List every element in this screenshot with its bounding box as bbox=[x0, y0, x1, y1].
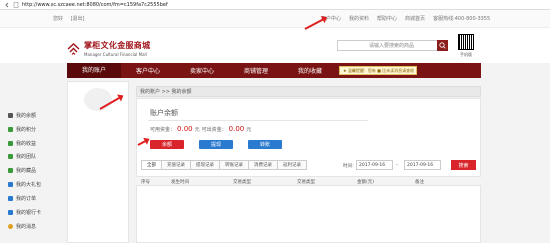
time-label: 时间： bbox=[343, 164, 357, 169]
sidebar-item-label: 我的收益 bbox=[16, 141, 37, 147]
tab-withdraw-records[interactable]: 提现记录 bbox=[190, 160, 220, 170]
date-separator: - bbox=[396, 162, 398, 168]
points-icon bbox=[8, 127, 13, 132]
top-link-hotline: 客服热线:400-800-3355 bbox=[433, 16, 491, 22]
nav-my-account[interactable]: 我的账户 bbox=[67, 63, 121, 78]
column-header-type: 交易类型 bbox=[233, 180, 251, 185]
orders-icon bbox=[8, 196, 13, 201]
sidebar-item-team[interactable]: 我的团队 bbox=[8, 153, 36, 160]
column-header-time: 发生时间 bbox=[171, 180, 189, 185]
search-input[interactable]: 请输入要搜索的商品 bbox=[337, 40, 441, 51]
main-nav: 我的账户 客户中心 卖家中心 商铺管理 我的收藏 bbox=[67, 63, 481, 78]
earnings-icon bbox=[8, 141, 13, 146]
date-from-input[interactable]: 2017-09-16 bbox=[356, 160, 393, 170]
user-greeting: 您好 [退出] bbox=[53, 15, 91, 22]
filter-search-button[interactable]: 搜索 bbox=[451, 160, 476, 170]
tab-transfer-records[interactable]: 转账记录 bbox=[219, 160, 249, 170]
logo-title: 掌柜文化金服商城 bbox=[84, 40, 151, 50]
sidebar-item-gift[interactable]: 我的大礼包 bbox=[8, 181, 41, 188]
sidebar-item-label: 我的积分 bbox=[16, 127, 37, 133]
nav-shop-management[interactable]: 商铺管理 bbox=[229, 66, 283, 75]
balance-button[interactable]: 余额 bbox=[150, 140, 184, 149]
qr-code-image bbox=[458, 34, 474, 50]
sidebar-item-label: 我的订单 bbox=[16, 196, 37, 202]
qr-label[interactable]: 手机版 bbox=[460, 52, 472, 58]
logo-subtitle: Manager Cultural Financial Mall bbox=[84, 52, 147, 57]
withdrawable-unit: 元 bbox=[246, 126, 252, 133]
account-sidebar bbox=[67, 81, 129, 243]
column-header-index: 序号 bbox=[141, 180, 150, 185]
logout-link[interactable]: [退出] bbox=[71, 16, 85, 22]
collection-icon bbox=[8, 168, 13, 173]
balance-summary: 可用资金： 0.00 元 可出资金： 0.00 元 bbox=[150, 125, 251, 133]
tab-recharge-records[interactable]: 充值记录 bbox=[161, 160, 191, 170]
back-icon[interactable] bbox=[4, 2, 10, 8]
available-unit: 元 bbox=[194, 126, 200, 133]
sidebar-item-label: 我的余额 bbox=[16, 113, 37, 119]
search-button[interactable] bbox=[437, 40, 448, 51]
column-header-amount: 金额(元) bbox=[357, 180, 375, 185]
sidebar-item-messages[interactable]: 我的消息 bbox=[8, 223, 36, 230]
url-text[interactable]: http://www.sc.szcaee.net:8080/com/fm=c15… bbox=[22, 2, 168, 8]
record-tabs: 全部 充值记录 提现记录 转账记录 消费记录 返利记录 bbox=[141, 160, 307, 170]
page-icon bbox=[13, 1, 19, 8]
team-icon bbox=[8, 154, 13, 159]
withdrawable-label: 可出资金： bbox=[201, 126, 227, 133]
tab-consume-records[interactable]: 消费记录 bbox=[248, 160, 278, 170]
top-link-help[interactable]: 帮助中心 bbox=[377, 15, 397, 22]
top-links: 用户中心 我的资料 帮助中心 商城首页 客服热线:400-800-3355 bbox=[321, 15, 490, 22]
sidebar-item-orders[interactable]: 我的订单 bbox=[8, 195, 36, 202]
page-title: 账户余额 bbox=[150, 109, 178, 117]
gift-icon bbox=[8, 182, 13, 187]
sidebar-item-earnings[interactable]: 我的收益 bbox=[8, 140, 36, 147]
breadcrumb: 我的账户 >> 我的余额 bbox=[136, 86, 481, 97]
avatar bbox=[84, 88, 112, 111]
wallet-icon bbox=[8, 113, 13, 118]
available-label: 可用资金： bbox=[150, 126, 176, 133]
nav-customer-center[interactable]: 客户中心 bbox=[121, 66, 175, 75]
column-header-type-2: 交易类型 bbox=[297, 180, 315, 185]
sidebar-item-points[interactable]: 我的积分 bbox=[8, 126, 36, 133]
nav-seller-center[interactable]: 卖家中心 bbox=[175, 66, 229, 75]
withdrawable-value: 0.00 bbox=[228, 125, 245, 133]
sidebar-item-label: 我的银行卡 bbox=[16, 210, 42, 216]
available-value: 0.00 bbox=[177, 125, 193, 133]
withdraw-button[interactable]: 提现 bbox=[199, 140, 233, 149]
site-logo[interactable]: 掌柜文化金服商城 Manager Cultural Financial Mall bbox=[67, 40, 150, 57]
browser-address-bar[interactable]: http://www.sc.szcaee.net:8080/com/fm=c15… bbox=[0, 0, 550, 10]
nav-my-favorites[interactable]: 我的收藏 bbox=[283, 66, 337, 75]
sidebar-item-label: 我的团队 bbox=[16, 154, 37, 160]
search-icon bbox=[439, 42, 446, 49]
transfer-button[interactable]: 转账 bbox=[248, 140, 282, 149]
logo-mark-icon bbox=[67, 42, 80, 55]
tab-all[interactable]: 全部 bbox=[141, 160, 162, 170]
top-link-profile[interactable]: 我的资料 bbox=[349, 15, 369, 22]
notice-banner[interactable]: ★ 温馨提醒：您有 ■ 比未读消息请查收 bbox=[339, 66, 417, 75]
sidebar-item-collection[interactable]: 我的藏品 bbox=[8, 167, 36, 174]
sidebar-item-bank-card[interactable]: 我的银行卡 bbox=[8, 209, 41, 216]
column-header-remark: 备注 bbox=[415, 180, 424, 185]
top-link-home[interactable]: 商城首页 bbox=[405, 15, 425, 22]
sidebar-item-label: 我的大礼包 bbox=[16, 182, 42, 188]
bank-card-icon bbox=[8, 210, 13, 215]
sidebar-item-balance[interactable]: 我的余额 bbox=[8, 112, 36, 119]
date-to-input[interactable]: 2017-09-16 bbox=[404, 160, 441, 170]
sidebar-item-label: 我的藏品 bbox=[16, 168, 37, 174]
divider bbox=[148, 120, 368, 121]
tab-rebate-records[interactable]: 返利记录 bbox=[277, 160, 307, 170]
sidebar-item-label: 我的消息 bbox=[16, 224, 37, 230]
user-name: 您好 bbox=[53, 16, 64, 22]
message-icon bbox=[8, 224, 13, 229]
